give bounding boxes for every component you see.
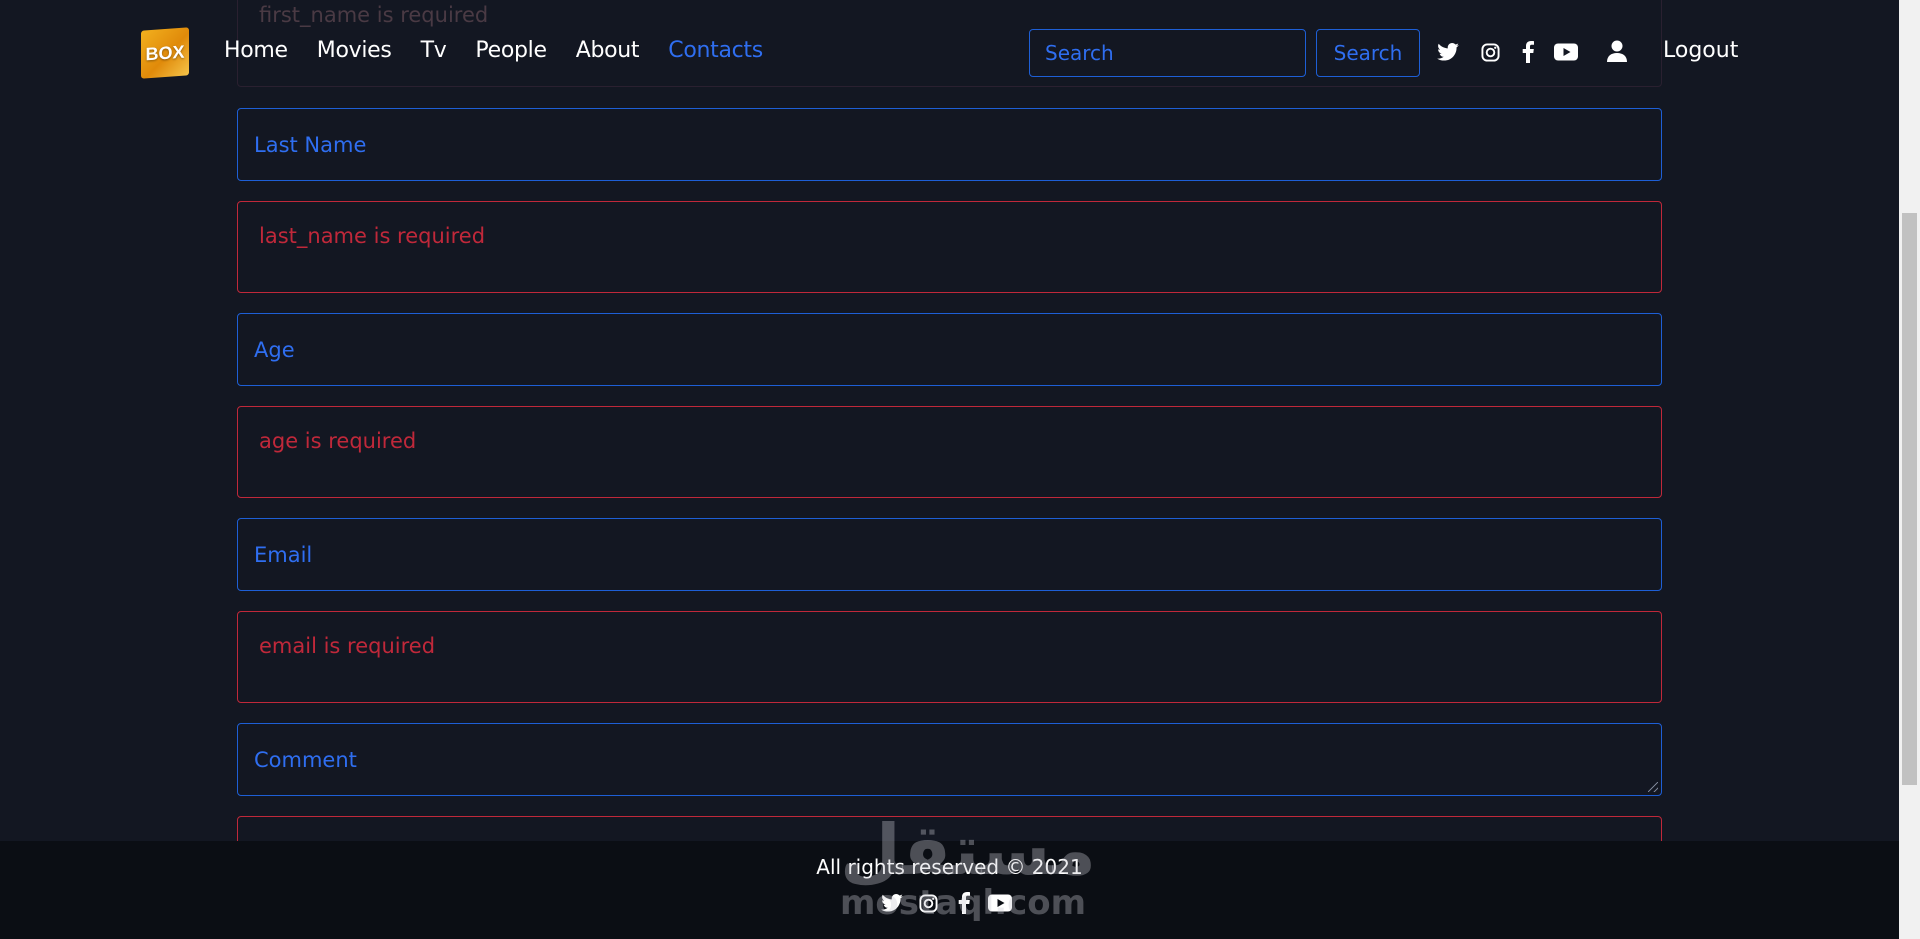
twitter-icon[interactable] (1436, 40, 1460, 64)
last-name-placeholder: Last Name (254, 132, 367, 157)
instagram-icon[interactable] (916, 891, 940, 915)
resize-grip[interactable] (1648, 782, 1658, 792)
search-button[interactable]: Search (1316, 29, 1420, 77)
search-button-label: Search (1333, 41, 1403, 65)
youtube-icon[interactable] (988, 891, 1012, 915)
age-input[interactable]: Age (237, 313, 1662, 386)
logo[interactable]: BOX (141, 27, 189, 79)
last-name-error: last_name is required (237, 201, 1662, 293)
navbar: BOX Home Movies Tv People About Contacts… (0, 0, 1899, 104)
nav-social-icons (1436, 40, 1592, 64)
email-placeholder: Email (254, 542, 313, 567)
email-error: email is required (237, 611, 1662, 703)
nav-link-tv[interactable]: Tv (421, 38, 447, 63)
scrollbar[interactable] (1899, 0, 1920, 939)
age-error: age is required (237, 406, 1662, 498)
copyright-text: All rights reserved © 2021 (816, 855, 1083, 879)
nav-links: Home Movies Tv People About Contacts (224, 38, 792, 63)
age-placeholder: Age (254, 337, 295, 362)
footer: All rights reserved © 2021 (0, 841, 1899, 939)
logo-text: BOX (145, 41, 185, 64)
youtube-icon[interactable] (1554, 40, 1578, 64)
nav-link-home[interactable]: Home (224, 38, 288, 63)
email-error-text: email is required (259, 634, 436, 658)
comment-textarea[interactable]: Comment (237, 723, 1662, 796)
facebook-icon[interactable] (952, 891, 976, 915)
twitter-icon[interactable] (880, 891, 904, 915)
instagram-icon[interactable] (1478, 40, 1502, 64)
nav-link-contacts[interactable]: Contacts (668, 38, 763, 63)
logout-link[interactable]: Logout (1663, 38, 1738, 63)
scrollbar-thumb[interactable] (1902, 213, 1917, 785)
comment-placeholder: Comment (254, 747, 357, 772)
search-input[interactable] (1029, 29, 1306, 77)
footer-social-icons (880, 891, 1024, 915)
facebook-icon[interactable] (1516, 40, 1540, 64)
nav-link-people[interactable]: People (475, 38, 547, 63)
email-input[interactable]: Email (237, 518, 1662, 591)
nav-link-about[interactable]: About (576, 38, 640, 63)
age-error-text: age is required (259, 429, 417, 453)
last-name-error-text: last_name is required (259, 224, 486, 248)
last-name-input[interactable]: Last Name (237, 108, 1662, 181)
user-icon[interactable] (1607, 40, 1631, 64)
nav-link-movies[interactable]: Movies (317, 38, 392, 63)
